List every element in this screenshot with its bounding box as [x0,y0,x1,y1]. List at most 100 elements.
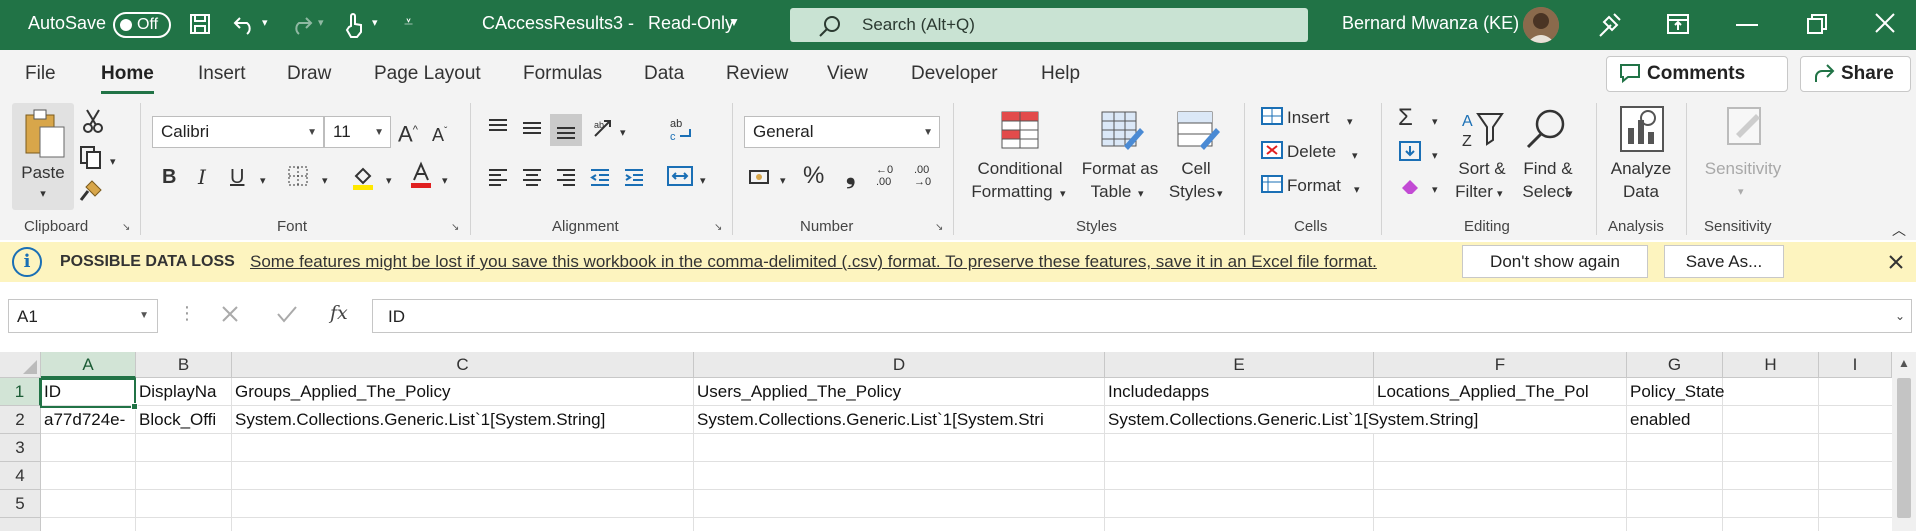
cell-styles-label-2[interactable]: Styles [1162,180,1222,203]
autosave-toggle[interactable]: Off [113,12,171,38]
fill-icon[interactable] [1398,140,1422,168]
scroll-thumb[interactable] [1897,378,1911,518]
cell-b1[interactable]: DisplayNa [136,378,232,406]
save-icon[interactable] [188,12,212,41]
sensitivity-label[interactable]: Sensitivity [1700,157,1786,180]
find-select-label-2[interactable]: Select [1518,180,1574,203]
column-header-d[interactable]: D [694,352,1105,378]
share-button[interactable]: Share [1800,56,1911,92]
coauthoring-icon[interactable] [1597,11,1623,44]
tab-help[interactable]: Help [1041,63,1080,85]
insert-cells-label[interactable]: Insert [1287,106,1330,129]
delete-cells-label[interactable]: Delete [1287,140,1336,163]
comments-button[interactable]: Comments [1606,56,1788,92]
align-top-icon[interactable] [486,116,510,144]
font-name-combo[interactable]: Calibri ▼ [152,116,324,148]
collapse-ribbon-icon[interactable]: ︿ [1892,218,1906,242]
undo-dropdown-icon[interactable]: ▾ [262,16,268,29]
analyze-data-label-2[interactable]: Data [1608,180,1674,203]
insert-cells-dropdown-icon[interactable]: ▾ [1347,110,1353,134]
sort-filter-label-2[interactable]: Filter [1450,180,1498,203]
column-header-f[interactable]: F [1374,352,1627,378]
column-header-b[interactable]: B [136,352,232,378]
cut-icon[interactable] [82,108,104,140]
sort-filter-dropdown-icon[interactable]: ▾ [1497,182,1503,206]
font-size-combo[interactable]: 11 ▼ [324,116,391,148]
format-cells-icon[interactable] [1260,174,1284,200]
format-as-table-label[interactable]: Format as [1080,157,1160,180]
row-header-6[interactable] [0,518,41,531]
font-color-icon[interactable] [408,161,434,195]
autosum-icon[interactable]: Σ [1398,106,1413,130]
find-select-icon[interactable] [1524,106,1568,155]
clear-icon[interactable] [1398,174,1422,202]
cell-g2[interactable]: enabled [1627,406,1723,434]
sensitivity-icon[interactable] [1722,104,1766,153]
delete-cells-icon[interactable] [1260,140,1284,166]
sort-filter-label[interactable]: Sort & [1452,157,1512,180]
tab-page-layout[interactable]: Page Layout [374,63,481,85]
tab-draw[interactable]: Draw [287,63,331,85]
file-name[interactable]: CAccessResults3 [482,13,623,34]
autosum-dropdown-icon[interactable]: ▾ [1432,110,1438,134]
number-format-combo[interactable]: General ▼ [744,116,940,148]
align-right-icon[interactable] [554,166,578,194]
analyze-data-label[interactable]: Analyze [1608,157,1674,180]
alignment-launcher-icon[interactable]: ↘ [714,222,722,233]
scroll-up-icon[interactable]: ▲ [1898,356,1910,370]
format-table-dropdown-icon[interactable]: ▾ [1138,182,1144,206]
vertical-scrollbar[interactable]: ▲ [1892,352,1916,531]
row-header-4[interactable]: 4 [0,462,41,490]
format-cells-label[interactable]: Format [1287,174,1341,197]
copy-icon[interactable] [78,144,104,176]
cell-c1[interactable]: Groups_Applied_The_Policy [232,378,694,406]
column-header-i[interactable]: I [1819,352,1892,378]
underline-dropdown-icon[interactable]: ▾ [260,169,266,193]
customize-qat-icon[interactable]: ⩡ [404,14,413,32]
italic-icon[interactable]: I [198,165,206,189]
accounting-dropdown-icon[interactable]: ▾ [780,169,786,193]
wrap-text-icon[interactable]: ab c [668,116,694,148]
number-launcher-icon[interactable]: ↘ [935,222,943,233]
formula-input[interactable]: ID ⌄ [372,299,1912,333]
merge-dropdown-icon[interactable]: ▾ [700,169,706,193]
select-all-button[interactable] [0,352,41,378]
name-box-dropdown-icon[interactable]: ▼ [139,310,149,321]
fill-dropdown-arrow-icon[interactable]: ▾ [1432,144,1438,168]
column-header-c[interactable]: C [232,352,694,378]
cell-b2[interactable]: Block_Offi [136,406,232,434]
tab-review[interactable]: Review [726,63,788,85]
redo-icon[interactable] [288,12,314,41]
ribbon-display-icon[interactable] [1666,13,1690,40]
decrease-decimal-icon[interactable]: .00 →0 [914,164,931,188]
increase-font-icon[interactable]: A^ [398,118,418,146]
fill-color-icon[interactable] [350,164,376,196]
align-center-icon[interactable] [520,166,544,194]
bold-icon[interactable]: B [162,165,176,189]
cell-d1[interactable]: Users_Applied_The_Policy [694,378,1105,406]
message-close-icon[interactable] [1888,254,1904,275]
tab-view[interactable]: View [827,63,868,85]
search-box[interactable]: Search (Alt+Q) [790,8,1308,42]
row-header-2[interactable]: 2 [0,406,41,434]
find-select-dropdown-icon[interactable]: ▾ [1567,182,1573,206]
dont-show-again-button[interactable]: Don't show again [1462,245,1648,278]
redo-dropdown-icon[interactable]: ▾ [318,16,324,29]
undo-icon[interactable] [232,12,258,41]
copy-dropdown-icon[interactable]: ▾ [110,150,116,174]
user-name[interactable]: Bernard Mwanza (KE) [1342,13,1519,34]
insert-function-icon[interactable]: fx [330,302,348,324]
cell-styles-icon[interactable] [1176,110,1220,155]
fill-handle[interactable] [131,403,138,410]
borders-dropdown-icon[interactable]: ▾ [322,169,328,193]
cell-d2[interactable]: System.Collections.Generic.List`1[System… [694,406,1105,434]
clipboard-launcher-icon[interactable]: ↘ [122,222,130,233]
name-box[interactable]: A1 ▼ [8,299,158,333]
touch-mode-icon[interactable] [342,12,366,43]
font-launcher-icon[interactable]: ↘ [451,222,459,233]
row-header-1[interactable]: 1 [0,378,41,406]
tab-developer[interactable]: Developer [911,63,998,85]
delete-cells-dropdown-icon[interactable]: ▾ [1352,144,1358,168]
minimize-icon[interactable] [1736,24,1758,26]
cell-styles-label[interactable]: Cell [1170,157,1222,180]
